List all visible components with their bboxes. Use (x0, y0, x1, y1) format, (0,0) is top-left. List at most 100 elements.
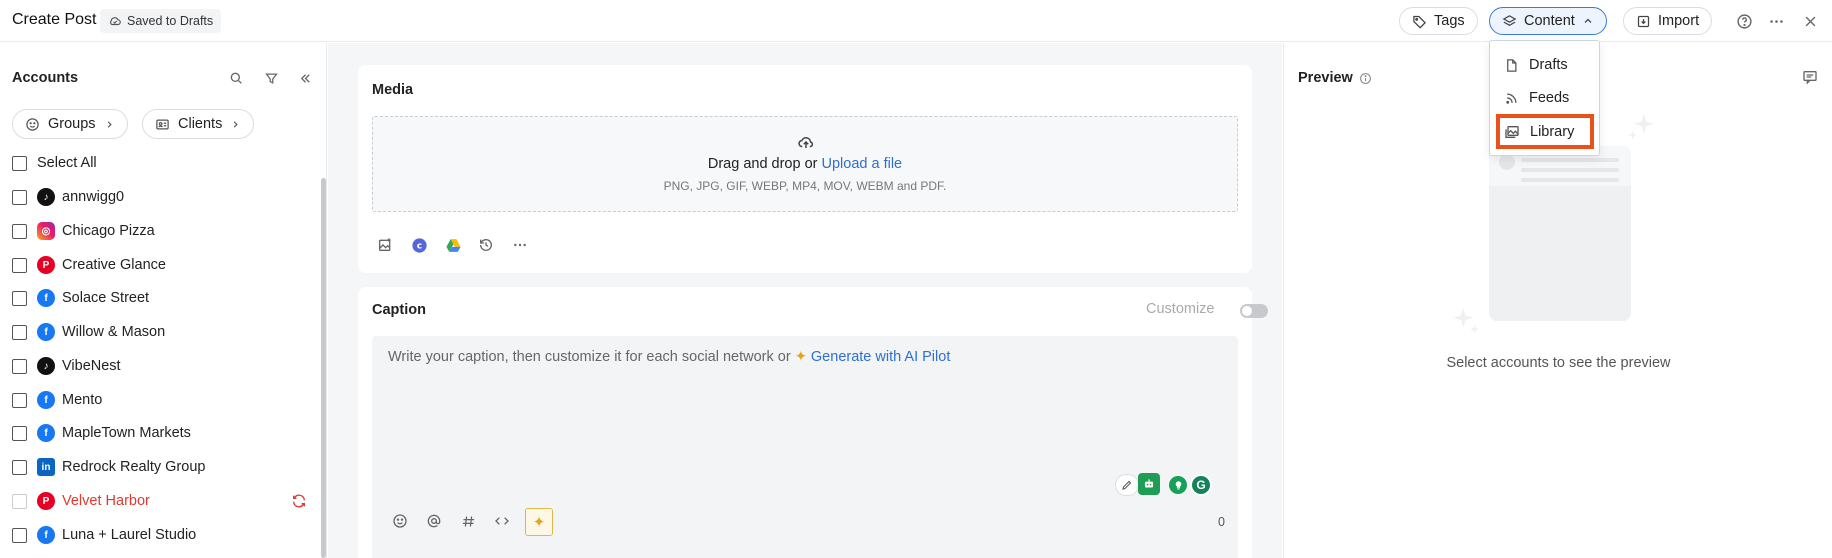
character-count: 0 (1218, 515, 1225, 529)
idea-bulb-icon[interactable] (1169, 476, 1187, 494)
facebook-icon: f (37, 391, 55, 409)
sparkle-icon: ✦ (532, 514, 546, 531)
facebook-icon: f (37, 526, 55, 544)
account-checkbox[interactable] (12, 257, 27, 273)
account-name: Chicago Pizza (62, 223, 155, 239)
account-row[interactable]: f Luna + Laurel Studio (12, 523, 196, 547)
account-row[interactable]: P Creative Glance (12, 253, 166, 277)
pen-tool-icon[interactable] (1115, 474, 1139, 496)
hashtag-icon[interactable] (458, 511, 478, 531)
add-image-icon[interactable] (375, 235, 395, 255)
account-name: Luna + Laurel Studio (62, 527, 197, 543)
library-highlight-box (1496, 114, 1594, 149)
grammarly-icon[interactable]: G (1190, 474, 1212, 496)
account-row[interactable]: f Solace Street (12, 286, 149, 310)
preview-empty-text: Select accounts to see the preview (1446, 355, 1671, 371)
caption-card: Caption Customize Write your caption, th… (358, 287, 1268, 558)
upload-file-link[interactable]: Upload a file (822, 156, 903, 172)
caption-input[interactable]: Write your caption, then customize it fo… (372, 336, 1238, 558)
groups-filter-button[interactable]: Groups (12, 109, 128, 139)
account-row[interactable]: f Mento (12, 388, 102, 412)
page-title: Create Post (12, 11, 97, 28)
code-icon[interactable] (492, 511, 512, 531)
account-checkbox[interactable] (12, 392, 27, 408)
account-row[interactable]: in Redrock Realty Group (12, 455, 205, 479)
menu-item-feeds[interactable]: Feeds (1504, 86, 1569, 110)
help-icon[interactable] (1734, 11, 1754, 31)
content-button[interactable]: Content (1489, 7, 1607, 35)
import-icon (1637, 15, 1650, 27)
editor-area: Media Drag and drop or Upload a file PNG… (328, 43, 1282, 558)
media-dropzone[interactable]: Drag and drop or Upload a file PNG, JPG,… (372, 116, 1238, 212)
canva-icon[interactable]: c (409, 235, 429, 255)
pinterest-icon: P (37, 256, 55, 274)
account-checkbox[interactable] (12, 290, 27, 306)
mention-icon[interactable] (424, 511, 444, 531)
info-icon[interactable] (1359, 72, 1372, 85)
select-all-row[interactable]: Select All (12, 151, 97, 175)
account-name: Solace Street (62, 290, 150, 306)
facebook-icon: f (37, 323, 55, 341)
account-name: Mento (62, 392, 103, 408)
generate-ai-link[interactable]: Generate with AI Pilot (811, 349, 950, 365)
tiktok-icon: ♪ (37, 188, 55, 206)
close-icon[interactable] (1800, 11, 1820, 31)
tags-label: Tags (1434, 13, 1465, 29)
account-name: Redrock Realty Group (62, 459, 206, 475)
google-drive-icon[interactable] (443, 235, 463, 255)
comment-icon[interactable] (1802, 69, 1818, 85)
pinterest-icon: P (37, 492, 55, 510)
account-name: Willow & Mason (62, 324, 166, 340)
account-checkbox[interactable] (12, 189, 27, 205)
menu-item-drafts[interactable]: Drafts (1504, 53, 1568, 77)
tags-button[interactable]: Tags (1399, 7, 1478, 35)
account-checkbox[interactable] (12, 425, 27, 441)
account-row[interactable]: f MapleTown Markets (12, 421, 191, 445)
account-checkbox[interactable] (12, 459, 27, 475)
account-row[interactable]: ♪ annwigg0 (12, 185, 124, 209)
preview-title: Preview (1298, 70, 1353, 86)
ai-bot-icon[interactable] (1138, 473, 1160, 495)
saved-status-label: Saved to Drafts (127, 14, 214, 28)
account-row[interactable]: f Willow & Mason (12, 320, 165, 344)
caption-title: Caption (372, 302, 426, 318)
facebook-icon: f (37, 289, 55, 307)
groups-label: Groups (48, 116, 96, 132)
sidebar-scrollbar[interactable] (321, 178, 326, 558)
select-all-checkbox[interactable] (12, 155, 27, 171)
menu-item-label: Drafts (1529, 57, 1568, 73)
more-options-icon[interactable] (1766, 11, 1786, 31)
more-media-options-icon[interactable] (510, 235, 530, 255)
account-name: annwigg0 (62, 189, 125, 205)
account-row-error[interactable]: P Velvet Harbor (12, 489, 312, 513)
cloud-check-icon (110, 17, 121, 26)
account-checkbox[interactable] (12, 223, 27, 239)
chevron-right-icon (234, 120, 239, 128)
sparkle-decoration-icon (1453, 307, 1479, 334)
emoji-icon[interactable] (390, 511, 410, 531)
rss-icon (1506, 93, 1517, 104)
account-checkbox-disabled (12, 493, 27, 509)
caption-placeholder-text: Write your caption, then customize it fo… (388, 349, 791, 365)
account-checkbox[interactable] (12, 358, 27, 374)
account-checkbox[interactable] (12, 324, 27, 340)
account-checkbox[interactable] (12, 527, 27, 543)
account-row[interactable]: ♪ VibeNest (12, 354, 121, 378)
collapse-sidebar-icon[interactable] (296, 69, 314, 87)
linkedin-icon: in (37, 458, 55, 476)
sparkle-decoration-icon (1628, 113, 1654, 140)
search-icon[interactable] (227, 69, 245, 87)
import-button[interactable]: Import (1623, 7, 1713, 35)
top-header: Create Post Saved to Drafts Tags Content… (0, 0, 1832, 42)
refresh-icon[interactable] (291, 493, 307, 509)
customize-label: Customize (1146, 301, 1215, 317)
account-row[interactable]: ◎ Chicago Pizza (12, 219, 155, 243)
chevron-right-icon (107, 120, 112, 128)
history-icon[interactable] (476, 235, 496, 255)
clients-filter-button[interactable]: Clients (142, 109, 255, 139)
customize-toggle[interactable] (1240, 304, 1268, 318)
layers-icon (1502, 14, 1517, 26)
select-all-label: Select All (37, 155, 97, 171)
ai-assist-button[interactable]: ✦ (525, 508, 553, 536)
filter-icon[interactable] (262, 69, 280, 87)
